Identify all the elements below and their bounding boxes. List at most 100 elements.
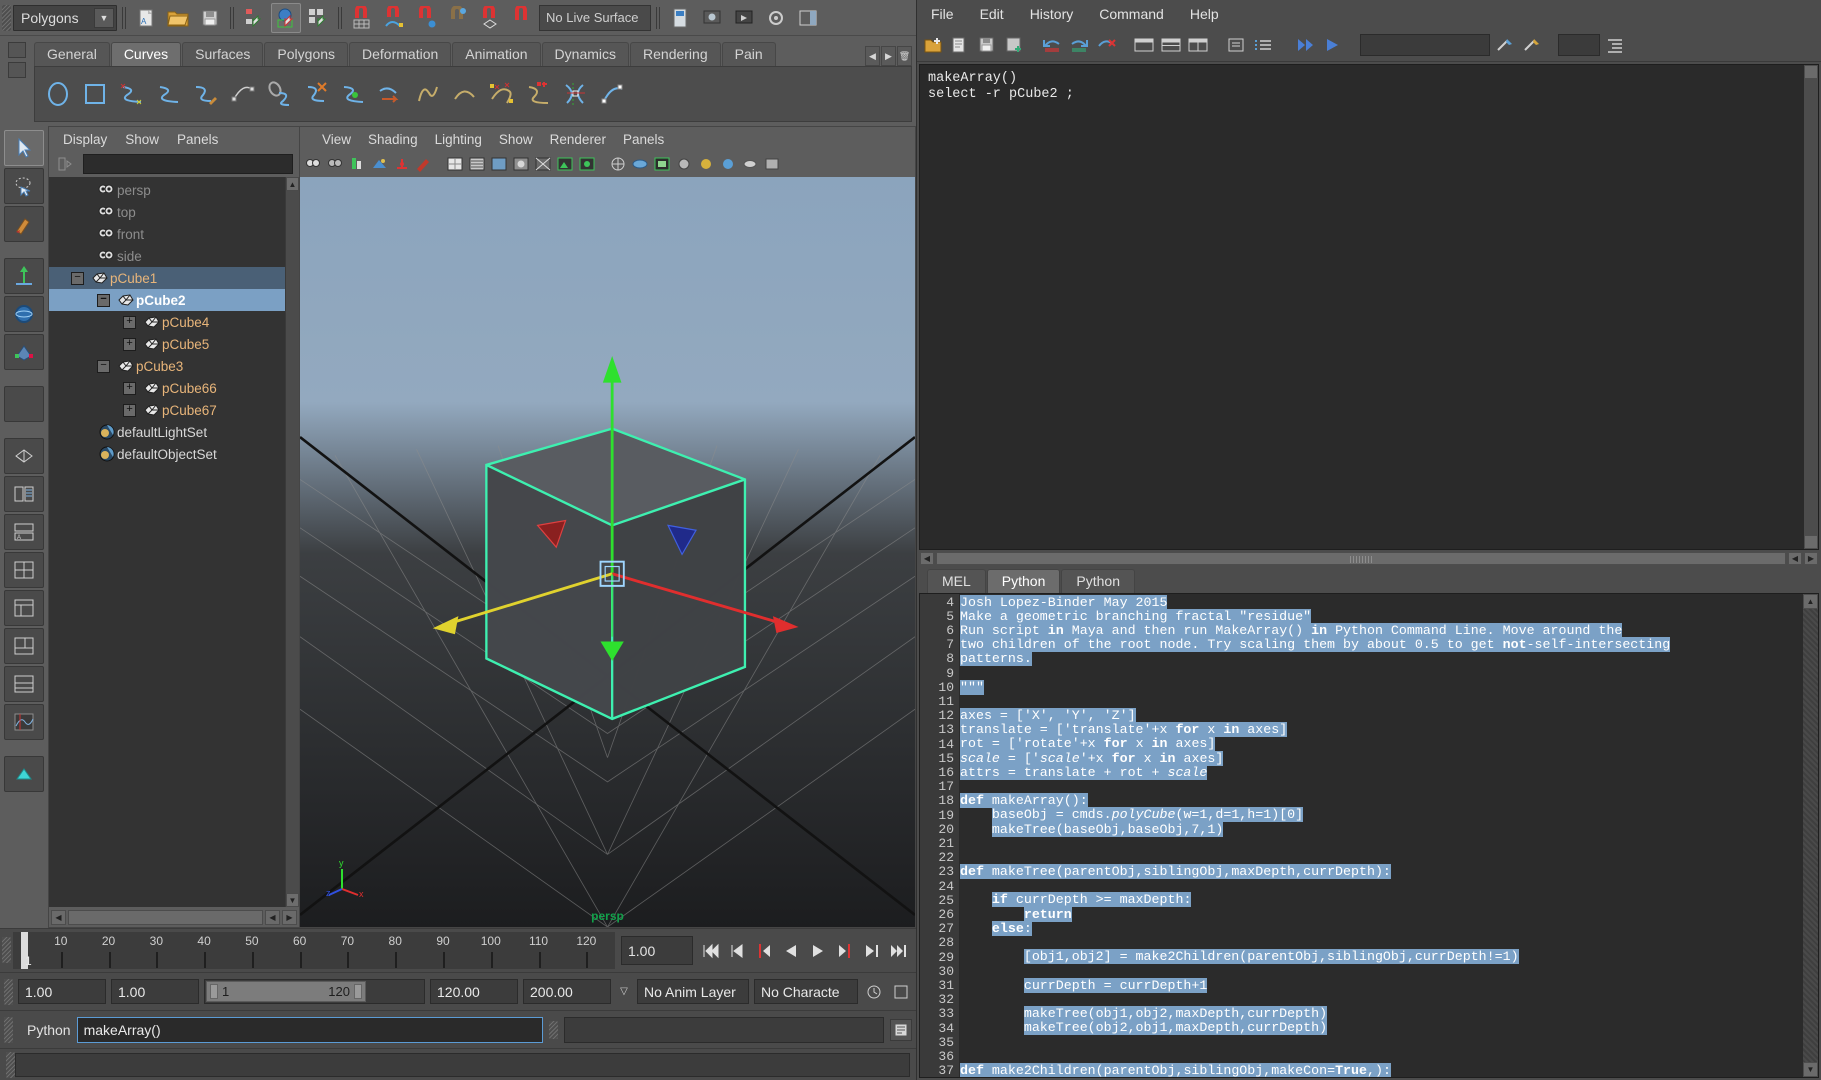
tab-mel[interactable]: MEL [927, 569, 986, 593]
new-scene-icon[interactable]: A [131, 3, 161, 33]
animation-end-time-field[interactable]: 200.00 [523, 979, 611, 1004]
command-line-grip[interactable] [4, 1017, 13, 1043]
scroll-left-icon[interactable]: ◀ [920, 552, 934, 565]
select-tool[interactable] [4, 130, 44, 166]
viewport-menu-panels[interactable]: Panels [623, 132, 664, 147]
script-code-area[interactable]: Josh Lopez-Binder May 2015Make a geometr… [960, 594, 1803, 1078]
curve-fillet-icon[interactable] [559, 77, 593, 111]
viewport-menu-lighting[interactable]: Lighting [435, 132, 482, 147]
list-item[interactable]: front [49, 223, 285, 245]
list-item[interactable]: defaultObjectSet [49, 443, 285, 465]
list-item[interactable]: − pCube2 [49, 289, 285, 311]
scroll-down-icon[interactable]: ▼ [1803, 1062, 1818, 1077]
attach-curves-icon[interactable] [300, 77, 334, 111]
three-pane-layout[interactable] [4, 666, 44, 702]
two-d-pan-zoom-icon[interactable] [392, 154, 412, 174]
select-camera-icon[interactable] [304, 154, 324, 174]
expand-expander-icon[interactable]: + [123, 316, 136, 329]
align-curves-icon[interactable] [374, 77, 408, 111]
snap-to-grid-icon[interactable] [347, 3, 377, 33]
shelf-tab-curves[interactable]: Curves [111, 42, 181, 66]
code-line[interactable] [960, 993, 1803, 1007]
scroll-track[interactable] [1803, 609, 1818, 1063]
rotate-tool[interactable] [4, 296, 44, 332]
ipr-render-icon[interactable] [729, 3, 759, 33]
code-line[interactable] [960, 1050, 1803, 1064]
go-to-start-icon[interactable] [699, 938, 721, 964]
play-forwards-icon[interactable] [807, 938, 829, 964]
script-editor-menu-history[interactable]: History [1030, 6, 1074, 22]
auto-keyframe-icon[interactable] [863, 979, 885, 1005]
code-line[interactable]: rot = ['rotate'+x for x in axes] [960, 737, 1803, 751]
list-item[interactable]: + pCube5 [49, 333, 285, 355]
duplicate-surface-curves-icon[interactable] [263, 77, 297, 111]
shelf-tab-dynamics[interactable]: Dynamics [542, 42, 629, 66]
scroll-left-icon[interactable]: ◀ [51, 910, 66, 925]
clear-history-icon[interactable] [1094, 33, 1118, 57]
script-editor-menu-help[interactable]: Help [1190, 6, 1219, 22]
two-pane-horizontal-icon[interactable] [1159, 33, 1183, 57]
execute-all-icon[interactable] [1293, 33, 1317, 57]
code-line[interactable]: """ [960, 681, 1803, 695]
one-pane-icon[interactable] [1132, 33, 1156, 57]
play-backwards-icon[interactable] [780, 938, 802, 964]
grease-pencil-icon[interactable] [414, 154, 434, 174]
arc-tool-icon[interactable] [226, 77, 260, 111]
code-line[interactable]: def make2Children(parentObj,siblingObj,m… [960, 1064, 1803, 1077]
history-vertical-scrollbar[interactable] [1804, 65, 1818, 549]
last-tool-used[interactable] [4, 386, 44, 422]
xray-joints-icon[interactable] [674, 154, 694, 174]
cv-curve-tool-icon[interactable] [115, 77, 149, 111]
help-line-grip[interactable] [6, 1052, 15, 1078]
scroll-left-step-icon[interactable]: ◀ [1788, 552, 1802, 565]
tab-python-active[interactable]: Python [987, 569, 1061, 593]
line-numbers-icon[interactable] [1251, 33, 1275, 57]
hypershade-persp-layout[interactable] [4, 552, 44, 588]
viewport-settings-icon[interactable] [762, 154, 782, 174]
scroll-up-icon[interactable]: ▲ [1803, 594, 1818, 609]
shelf-options-menu-icon[interactable] [8, 62, 26, 78]
expand-expander-icon[interactable]: + [123, 338, 136, 351]
time-slider-ticks[interactable]: 1 102030405060708090100110120 [13, 932, 615, 969]
open-render-view-icon[interactable] [697, 3, 727, 33]
code-line[interactable]: patterns. [960, 652, 1803, 666]
xray-icon[interactable] [652, 154, 672, 174]
step-forward-key-icon[interactable] [834, 938, 856, 964]
code-line[interactable]: def makeTree(parentObj,siblingObj,maxDep… [960, 865, 1803, 879]
step-forward-frame-icon[interactable] [861, 938, 883, 964]
command-splitter-grip[interactable] [549, 1021, 558, 1039]
scroll-thumb[interactable] [68, 910, 263, 925]
outliner-menu-display[interactable]: Display [63, 132, 107, 147]
ep-curve-tool-icon[interactable] [152, 77, 186, 111]
shadows-icon[interactable] [608, 154, 628, 174]
isolate-select-icon[interactable] [630, 154, 650, 174]
make-live-icon[interactable] [475, 3, 505, 33]
code-line[interactable]: currDepth = currDepth+1 [960, 979, 1803, 993]
code-line[interactable]: makeTree(obj2,obj1,maxDepth,currDepth) [960, 1021, 1803, 1035]
snap-to-point-icon[interactable] [411, 3, 441, 33]
list-item[interactable]: defaultLightSet [49, 421, 285, 443]
open-script-editor-icon[interactable] [890, 1019, 912, 1041]
range-end-time-field[interactable]: 120.00 [430, 979, 518, 1004]
list-item[interactable]: top [49, 201, 285, 223]
code-line[interactable] [960, 851, 1803, 865]
animation-preferences-icon[interactable] [890, 979, 912, 1005]
two-pane-vertical-icon[interactable] [1186, 33, 1210, 57]
cut-curve-icon[interactable] [485, 77, 519, 111]
redo-icon[interactable] [1067, 33, 1091, 57]
shelf-tab-deformation[interactable]: Deformation [349, 42, 451, 66]
code-line[interactable]: Make a geometric branching fractal "resi… [960, 610, 1803, 624]
list-item[interactable]: + pCube67 [49, 399, 285, 421]
step-back-frame-icon[interactable] [726, 938, 748, 964]
open-close-curves-icon[interactable] [411, 77, 445, 111]
viewport-menu-shading[interactable]: Shading [368, 132, 418, 147]
paint-select-tool[interactable] [4, 206, 44, 242]
lasso-tool[interactable] [4, 168, 44, 204]
two-pane-layout[interactable] [4, 628, 44, 664]
show-hide-sidebar-icon[interactable] [793, 3, 823, 33]
shelf-scroll-right-icon[interactable]: ▶ [881, 46, 896, 66]
scroll-right-step-icon[interactable]: ▶ [1804, 552, 1818, 565]
snap-to-curve-icon[interactable] [379, 3, 409, 33]
scroll-up-icon[interactable]: ▲ [286, 177, 299, 191]
smooth-shade-icon[interactable] [467, 154, 487, 174]
